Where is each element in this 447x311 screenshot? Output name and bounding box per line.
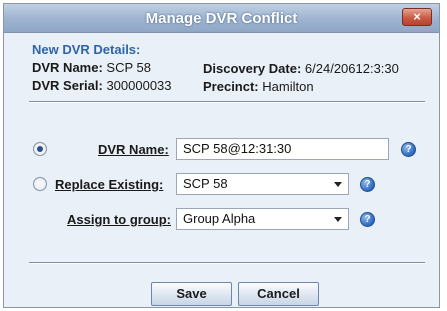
assign-to-group-selected-value: Group Alpha bbox=[183, 211, 256, 226]
dvr-name-input[interactable]: SCP 58@12:31:30 bbox=[176, 138, 389, 160]
precinct-info: Precinct: Hamilton bbox=[203, 79, 314, 94]
dvr-name-radio[interactable] bbox=[33, 142, 47, 156]
close-button[interactable]: × bbox=[402, 8, 432, 26]
dvr-serial-info-value: 300000033 bbox=[106, 78, 172, 93]
precinct-info-label: Precinct: bbox=[203, 79, 259, 94]
dvr-name-info: DVR Name: SCP 58 bbox=[32, 60, 151, 75]
dvr-serial-info: DVR Serial: 300000033 bbox=[32, 78, 172, 93]
discovery-date-info-label: Discovery Date: bbox=[203, 61, 302, 76]
assign-to-group-help-icon[interactable]: ? bbox=[360, 212, 375, 227]
assign-to-group-select[interactable]: Group Alpha bbox=[176, 208, 349, 230]
dvr-name-label[interactable]: DVR Name: bbox=[98, 142, 169, 157]
discovery-date-info: Discovery Date: 6/24/20612:3:30 bbox=[203, 61, 399, 76]
save-button[interactable]: Save bbox=[151, 282, 232, 306]
assign-to-group-label: Assign to group: bbox=[67, 212, 171, 227]
title-bar[interactable]: Manage DVR Conflict × bbox=[4, 4, 439, 33]
dvr-name-info-label: DVR Name: bbox=[32, 60, 103, 75]
dvr-name-info-value: SCP 58 bbox=[106, 60, 151, 75]
dialog-title: Manage DVR Conflict bbox=[145, 10, 298, 27]
chevron-down-icon bbox=[334, 217, 342, 222]
replace-existing-help-icon[interactable]: ? bbox=[360, 177, 375, 192]
new-dvr-details-heading: New DVR Details: bbox=[32, 42, 141, 57]
precinct-info-value: Hamilton bbox=[262, 79, 314, 94]
dvr-serial-info-label: DVR Serial: bbox=[32, 78, 103, 93]
divider-bottom bbox=[29, 262, 425, 264]
replace-existing-label[interactable]: Replace Existing: bbox=[55, 177, 163, 192]
replace-existing-selected-value: SCP 58 bbox=[183, 176, 228, 191]
divider-top bbox=[29, 101, 425, 103]
replace-existing-radio[interactable] bbox=[33, 177, 47, 191]
manage-dvr-conflict-dialog: Manage DVR Conflict × New DVR Details: D… bbox=[3, 3, 440, 308]
discovery-date-info-value: 6/24/20612:3:30 bbox=[304, 61, 399, 76]
cancel-button[interactable]: Cancel bbox=[238, 282, 319, 306]
replace-existing-select[interactable]: SCP 58 bbox=[176, 173, 349, 195]
chevron-down-icon bbox=[334, 182, 342, 187]
close-icon: × bbox=[413, 9, 421, 24]
dvr-name-help-icon[interactable]: ? bbox=[401, 142, 416, 157]
